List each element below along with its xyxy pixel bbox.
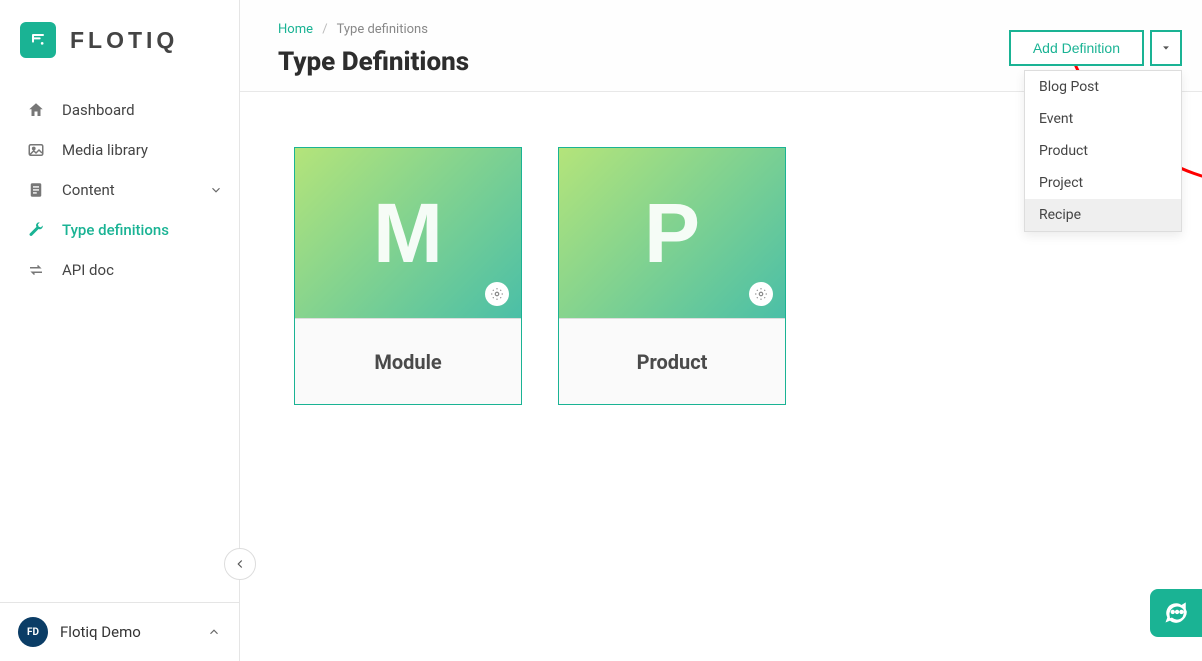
sidebar-item-label: Type definitions <box>62 221 169 239</box>
home-icon <box>26 101 46 119</box>
wrench-icon <box>26 221 46 239</box>
add-definition-dropdown: Blog Post Event Product Project Recipe <box>1024 70 1182 232</box>
card-header: M <box>295 148 521 318</box>
chat-icon <box>1163 600 1189 626</box>
sidebar-item-media-library[interactable]: Media library <box>0 130 239 170</box>
card-letter: P <box>644 185 700 282</box>
sidebar-item-content[interactable]: Content <box>0 170 239 210</box>
dropdown-item-event[interactable]: Event <box>1025 103 1181 135</box>
sidebar-collapse-button[interactable] <box>224 548 256 580</box>
brand[interactable]: FLOTIQ <box>0 0 239 80</box>
card-settings-button[interactable] <box>485 282 509 306</box>
sidebar: FLOTIQ Dashboard Media library Content <box>0 0 240 661</box>
sidebar-item-type-definitions[interactable]: Type definitions <box>0 210 239 250</box>
breadcrumb-separator: / <box>322 22 327 37</box>
chat-button[interactable] <box>1150 589 1202 637</box>
sidebar-item-dashboard[interactable]: Dashboard <box>0 90 239 130</box>
card-letter: M <box>373 185 443 282</box>
caret-down-icon <box>1161 43 1171 53</box>
avatar: FD <box>18 617 48 647</box>
swap-icon <box>26 261 46 279</box>
type-card-product[interactable]: P Product <box>558 147 786 405</box>
add-definition-dropdown-toggle[interactable] <box>1150 30 1182 66</box>
document-icon <box>26 181 46 199</box>
sidebar-user[interactable]: FD Flotiq Demo <box>0 602 239 661</box>
sidebar-nav: Dashboard Media library Content Type def… <box>0 80 239 290</box>
dropdown-item-blog-post[interactable]: Blog Post <box>1025 71 1181 103</box>
chevron-up-icon <box>207 625 221 639</box>
add-definition-button[interactable]: Add Definition <box>1009 30 1144 66</box>
dropdown-item-project[interactable]: Project <box>1025 167 1181 199</box>
card-title: Module <box>295 318 521 404</box>
main: Home / Type definitions Type Definitions… <box>240 0 1202 661</box>
user-name: Flotiq Demo <box>60 623 141 641</box>
breadcrumb-current: Type definitions <box>337 22 428 37</box>
breadcrumb-home[interactable]: Home <box>278 22 313 37</box>
brand-logo-icon <box>20 22 56 58</box>
sidebar-item-label: API doc <box>62 261 114 279</box>
card-title: Product <box>559 318 785 404</box>
type-card-module[interactable]: M Module <box>294 147 522 405</box>
sidebar-item-label: Content <box>62 181 115 199</box>
dropdown-item-product[interactable]: Product <box>1025 135 1181 167</box>
add-definition-group: Add Definition Blog Post Event Product P… <box>1009 30 1182 66</box>
gear-icon <box>490 287 504 301</box>
card-header: P <box>559 148 785 318</box>
dropdown-item-recipe[interactable]: Recipe <box>1025 199 1181 231</box>
card-settings-button[interactable] <box>749 282 773 306</box>
image-icon <box>26 141 46 159</box>
topbar: Home / Type definitions Type Definitions… <box>240 0 1202 92</box>
gear-icon <box>754 287 768 301</box>
sidebar-item-api-doc[interactable]: API doc <box>0 250 239 290</box>
brand-name: FLOTIQ <box>70 27 178 54</box>
chevron-down-icon <box>209 183 223 197</box>
sidebar-item-label: Dashboard <box>62 101 135 119</box>
sidebar-item-label: Media library <box>62 141 148 159</box>
